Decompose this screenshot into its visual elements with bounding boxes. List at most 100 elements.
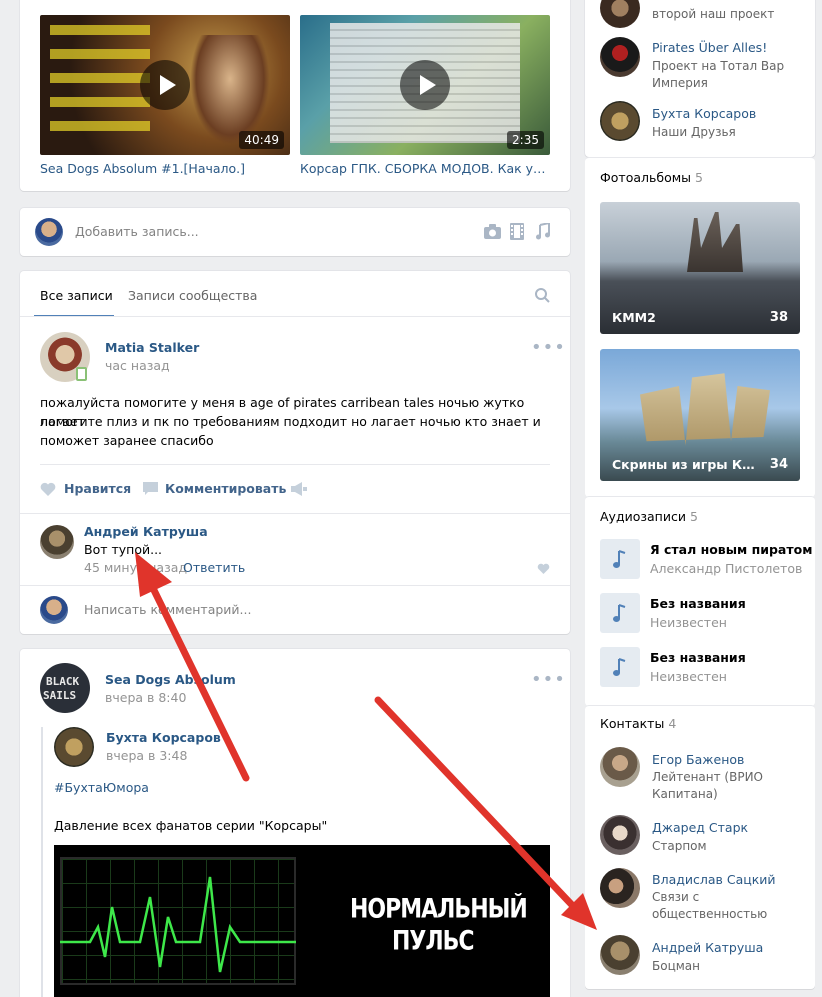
share-icon[interactable] xyxy=(291,482,307,496)
contact-name[interactable]: Андрей Катруша xyxy=(652,940,763,955)
album-1-label: КММ2 xyxy=(612,310,656,325)
video-title-2[interactable]: Корсар ГПК. СБОРКА МОДОВ. Как установить xyxy=(300,161,550,176)
contact-avatar[interactable] xyxy=(600,868,640,908)
post-author-avatar[interactable]: BLACK SAILS xyxy=(40,663,90,713)
divider xyxy=(20,513,570,514)
camera-icon[interactable] xyxy=(484,224,501,239)
contact-avatar[interactable] xyxy=(600,815,640,855)
video-thumbnail-1[interactable]: 40:49 xyxy=(40,15,290,155)
post-menu-icon[interactable]: ••• xyxy=(531,339,566,357)
album-1-ship-art xyxy=(687,212,743,272)
repost-border xyxy=(41,727,43,997)
post-text-line-2: помогите плиз и пк по требованиям подход… xyxy=(40,414,541,429)
group-avatar-3[interactable] xyxy=(600,101,640,141)
video-thumbnail-2[interactable]: 2:35 xyxy=(300,15,550,155)
album-1-count: 38 xyxy=(769,310,788,325)
post-author-name[interactable]: Sea Dogs Absolum xyxy=(105,672,236,687)
albums-title-text[interactable]: Фотоальбомы xyxy=(600,170,691,185)
contacts-title-text[interactable]: Контакты xyxy=(600,716,664,731)
play-icon[interactable] xyxy=(140,60,190,110)
avatar-text-line-1: BLACK xyxy=(46,675,80,688)
post-text-line-3: поможет заранее спасибо xyxy=(40,433,214,448)
audio-track-title[interactable]: Я стал новым пиратом xyxy=(650,542,812,557)
post-menu-icon[interactable]: ••• xyxy=(531,671,566,689)
like-button[interactable]: Нравится xyxy=(64,481,131,496)
audio-title-text[interactable]: Аудиозаписи xyxy=(600,509,686,524)
tab-all-posts[interactable]: Все записи xyxy=(40,288,113,303)
audio-track-artist[interactable]: Неизвестен xyxy=(650,669,727,684)
audio-count: 5 xyxy=(689,509,698,524)
comment-text: Вот тупой... xyxy=(84,542,163,557)
audio-track-title[interactable]: Без названия xyxy=(650,650,746,665)
reply-button[interactable]: Ответить xyxy=(183,560,245,575)
write-comment-input[interactable]: Написать комментарий... xyxy=(84,602,251,617)
contact-name[interactable]: Егор Баженов xyxy=(652,752,744,767)
contact-avatar[interactable] xyxy=(600,935,640,975)
comment-icon[interactable] xyxy=(143,482,158,496)
contact-role: Лейтенант (ВРИО Капитана) xyxy=(652,770,763,801)
audio-track-artist[interactable]: Александр Пистолетов xyxy=(650,561,802,576)
comment-time[interactable]: 45 минут назад xyxy=(84,560,187,575)
video-duration: 40:49 xyxy=(239,131,284,149)
albums-count: 5 xyxy=(695,170,703,185)
post-time[interactable]: час назад xyxy=(105,358,170,373)
audio-track-title[interactable]: Без названия xyxy=(650,596,746,611)
audio-track-artist[interactable]: Неизвестен xyxy=(650,615,727,630)
music-icon[interactable] xyxy=(536,223,550,240)
post-author-name[interactable]: Matia Stalker xyxy=(105,340,199,355)
post-image[interactable]: НОРМАЛЬНЫЙ ПУЛЬС xyxy=(54,845,550,997)
contact-role: Старпом xyxy=(652,839,707,853)
divider xyxy=(40,464,550,465)
online-indicator xyxy=(76,367,87,381)
repost-text: Давление всех фанатов серии "Корсары" xyxy=(54,818,328,833)
composer-input[interactable]: Добавить запись... xyxy=(75,224,199,239)
user-avatar[interactable] xyxy=(35,218,63,246)
contact-name[interactable]: Джаред Старк xyxy=(652,820,748,835)
search-icon[interactable] xyxy=(535,288,550,303)
audio-note-icon[interactable] xyxy=(600,593,640,633)
contact-name[interactable]: Владислав Сацкий xyxy=(652,872,776,887)
divider xyxy=(20,316,570,317)
repost-time[interactable]: вчера в 3:48 xyxy=(106,748,187,763)
contacts-count: 4 xyxy=(668,716,677,731)
comment-button[interactable]: Комментировать xyxy=(165,481,286,496)
group-desc-1: второй наш проект xyxy=(652,7,775,21)
post-time[interactable]: вчера в 8:40 xyxy=(105,690,186,705)
heart-icon[interactable] xyxy=(40,482,56,496)
albums-title[interactable]: Фотоальбомы 5 xyxy=(600,170,703,185)
image-caption-line-2: ПУЛЬС xyxy=(392,926,475,957)
comment-like-icon[interactable] xyxy=(537,563,550,574)
contact-avatar[interactable] xyxy=(600,747,640,787)
contacts-title[interactable]: Контакты 4 xyxy=(600,716,676,731)
album-1[interactable]: КММ2 38 xyxy=(600,202,800,334)
wall-card xyxy=(20,271,570,634)
audio-note-icon[interactable] xyxy=(600,647,640,687)
video-duration: 2:35 xyxy=(507,131,544,149)
album-2-label: Скрины из игры Корсары xyxy=(612,457,762,472)
repost-author-name[interactable]: Бухта Корсаров xyxy=(106,730,221,745)
image-caption-line-1: НОРМАЛЬНЫЙ xyxy=(350,894,528,925)
avatar-text-line-2: SAILS xyxy=(43,689,77,702)
group-desc-3: Наши Друзья xyxy=(652,125,736,139)
group-avatar-2[interactable] xyxy=(600,37,640,77)
video-1-title-art xyxy=(50,25,150,135)
video-1-pirate-art xyxy=(190,35,270,145)
audio-title[interactable]: Аудиозаписи 5 xyxy=(600,509,698,524)
group-name-2[interactable]: Pirates Über Alles! xyxy=(652,40,767,55)
commenter-avatar[interactable] xyxy=(40,525,74,559)
hashtag-link[interactable]: #БухтаЮмора xyxy=(54,780,149,795)
album-2[interactable]: Скрины из игры Корсары 34 xyxy=(600,349,800,481)
repost-author-avatar[interactable] xyxy=(54,727,94,767)
comment-author[interactable]: Андрей Катруша xyxy=(84,524,208,539)
audio-note-icon[interactable] xyxy=(600,539,640,579)
pulse-line xyxy=(60,876,296,973)
album-2-sails-art xyxy=(640,373,770,446)
play-icon[interactable] xyxy=(400,60,450,110)
contact-role: Боцман xyxy=(652,959,700,973)
user-avatar[interactable] xyxy=(40,596,68,624)
group-name-3[interactable]: Бухта Корсаров xyxy=(652,106,756,121)
video-icon[interactable] xyxy=(510,223,524,240)
contact-role: Связи с общественностью xyxy=(652,890,768,921)
tab-community-posts[interactable]: Записи сообщества xyxy=(128,288,257,303)
video-title-1[interactable]: Sea Dogs Absolum #1.[Начало.] xyxy=(40,161,290,176)
